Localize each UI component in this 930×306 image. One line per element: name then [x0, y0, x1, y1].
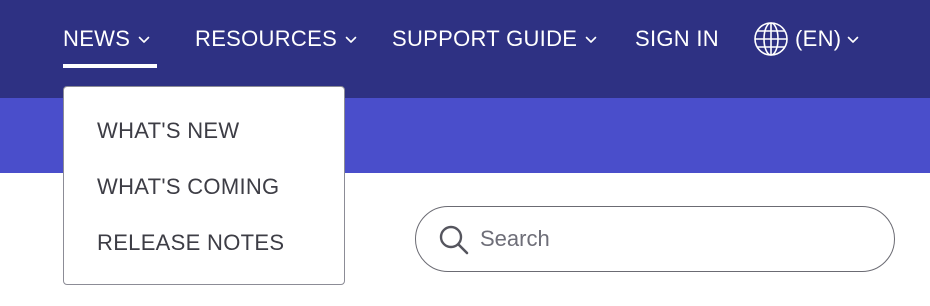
news-dropdown-menu: WHAT'S NEW WHAT'S COMING RELEASE NOTES: [63, 86, 345, 285]
top-navigation-bar: NEWS RESOURCES SUPPORT GUIDE SIGN IN (EN…: [0, 0, 930, 98]
nav-item-label: SUPPORT GUIDE: [392, 26, 578, 51]
nav-item-label: SIGN IN: [635, 26, 719, 51]
chevron-down-icon: [345, 36, 357, 44]
language-selector[interactable]: (EN): [753, 20, 859, 58]
language-label: (EN): [795, 26, 842, 51]
nav-item-resources[interactable]: RESOURCES: [195, 20, 357, 58]
active-nav-indicator: [63, 64, 157, 68]
menu-item-whats-coming[interactable]: WHAT'S COMING: [97, 171, 279, 203]
nav-item-label: NEWS: [63, 26, 131, 51]
chevron-down-icon: [585, 36, 597, 44]
globe-icon: [753, 21, 789, 57]
menu-item-release-notes[interactable]: RELEASE NOTES: [97, 227, 284, 259]
search-box: [415, 206, 895, 272]
chevron-down-icon: [138, 36, 150, 44]
menu-item-whats-new[interactable]: WHAT'S NEW: [97, 115, 239, 147]
sign-in-link[interactable]: SIGN IN: [635, 20, 719, 58]
nav-item-news[interactable]: NEWS: [63, 20, 150, 58]
nav-item-label: RESOURCES: [195, 26, 338, 51]
nav-item-support-guide[interactable]: SUPPORT GUIDE: [392, 20, 597, 58]
search-icon[interactable]: [438, 224, 470, 256]
search-input[interactable]: [480, 221, 870, 257]
chevron-down-icon: [847, 36, 859, 44]
